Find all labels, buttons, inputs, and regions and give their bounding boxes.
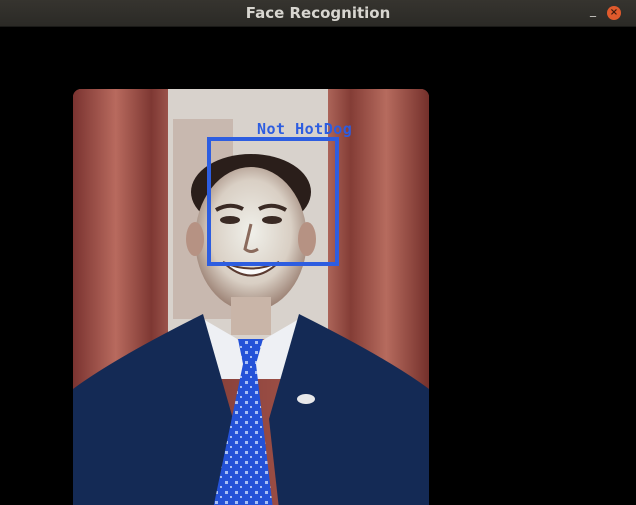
- title-bar[interactable]: Face Recognition _ ×: [0, 0, 636, 27]
- camera-feed: [0, 27, 636, 505]
- close-icon: ×: [609, 7, 619, 18]
- app-window: Face Recognition _ × Not HotDog: [0, 0, 636, 505]
- close-button[interactable]: ×: [607, 6, 621, 20]
- face-detection-box: [207, 137, 339, 266]
- window-title: Face Recognition: [245, 4, 391, 22]
- minimize-icon: _: [590, 3, 596, 17]
- minimize-button[interactable]: _: [586, 0, 600, 26]
- detection-label: Not HotDog: [257, 120, 353, 138]
